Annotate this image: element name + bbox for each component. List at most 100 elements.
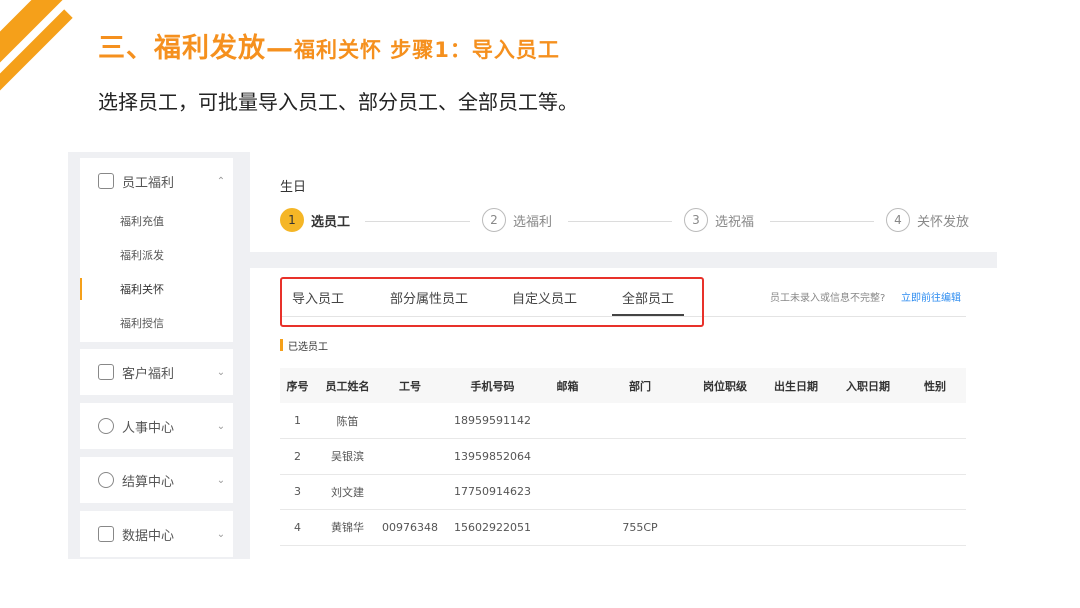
cell-position [690, 474, 760, 510]
cell-email [545, 403, 590, 439]
cell-phone: 13959852064 [440, 438, 545, 475]
chevron-down-icon: ⌄ [216, 528, 226, 540]
cell-position [690, 403, 760, 439]
sidebar-item-label: 福利授信 [120, 317, 164, 330]
customers-icon [98, 364, 114, 380]
sidebar-group-head-data-center[interactable]: 数据中心 ⌄ [80, 511, 233, 557]
slide-title: 三、福利发放—福利关怀 步骤1：导入员工 [98, 26, 560, 65]
sidebar-group-label: 员工福利 [122, 175, 175, 191]
steps-panel: 生日 1 选员工 2 选福利 3 选祝福 4 关怀发放 [250, 152, 997, 252]
cell-employee-id [380, 474, 440, 510]
table-header-row: 序号 员工姓名 工号 手机号码 邮箱 部门 岗位职级 出生日期 入职日期 性别 [280, 368, 966, 403]
table-row[interactable]: 2 吴银滨 13959852064 [280, 438, 966, 475]
cell-phone: 18959591142 [440, 403, 545, 439]
corner-decoration [0, 0, 90, 95]
cell-gender [904, 509, 966, 546]
slide-title-sub: 福利关怀 步骤1：导入员工 [294, 38, 560, 62]
sidebar-group-head-hr-center[interactable]: 人事中心 ⌄ [80, 403, 233, 449]
sidebar-group-data-center[interactable]: 数据中心 ⌄ [80, 511, 233, 557]
cell-birth-date [760, 509, 832, 546]
chevron-down-icon: ⌄ [216, 474, 226, 486]
sidebar-item-welfare-distribute[interactable]: 福利派发 [80, 238, 233, 272]
column-header: 工号 [380, 368, 440, 403]
cell-position [690, 509, 760, 546]
cell-birth-date [760, 438, 832, 475]
sidebar-item-welfare-recharge[interactable]: 福利充值 [80, 204, 233, 238]
cell-birth-date [760, 403, 832, 439]
cell-birth-date [760, 474, 832, 510]
cell-employee-id [380, 438, 440, 475]
table-row[interactable]: 3 刘文建 17750914623 [280, 474, 966, 510]
step-2[interactable]: 2 选福利 [482, 208, 552, 232]
cell-gender [904, 403, 966, 439]
cell-index: 1 [280, 403, 315, 439]
employee-table: 序号 员工姓名 工号 手机号码 邮箱 部门 岗位职级 出生日期 入职日期 性别 … [280, 368, 966, 546]
column-header: 入职日期 [832, 368, 904, 403]
cell-name: 刘文建 [315, 474, 380, 510]
cell-department [590, 474, 690, 510]
cell-department [590, 438, 690, 475]
cell-employee-id: 00976348 [380, 509, 440, 546]
sidebar-item-label: 福利派发 [120, 249, 164, 262]
selected-employees-label: 已选员工 [280, 338, 328, 353]
slide-description: 选择员工，可批量导入员工、部分员工、全部员工等。 [98, 90, 578, 114]
cell-hire-date [832, 509, 904, 546]
sidebar-group-label: 结算中心 [122, 474, 175, 490]
cell-name: 黄锦华 [315, 509, 380, 546]
cell-department: 755CP [590, 509, 690, 546]
table-row[interactable]: 1 陈笛 18959591142 [280, 403, 966, 439]
step-label: 关怀发放 [917, 214, 970, 230]
chart-icon [98, 526, 114, 542]
step-connector [770, 221, 874, 222]
step-3[interactable]: 3 选祝福 [684, 208, 754, 232]
step-number: 2 [482, 208, 506, 232]
sidebar-group-settlement-center[interactable]: 结算中心 ⌄ [80, 457, 233, 503]
cell-index: 2 [280, 438, 315, 475]
cell-department [590, 403, 690, 439]
column-header: 部门 [590, 368, 690, 403]
sidebar-group-label: 数据中心 [122, 528, 175, 544]
person-icon [98, 418, 114, 434]
cell-name: 陈笛 [315, 403, 380, 439]
sidebar-group-head-customer-welfare[interactable]: 客户福利 ⌄ [80, 349, 233, 395]
step-number: 3 [684, 208, 708, 232]
sidebar-group-hr-center[interactable]: 人事中心 ⌄ [80, 403, 233, 449]
column-header: 性别 [904, 368, 966, 403]
step-1[interactable]: 1 选员工 [280, 208, 350, 232]
sidebar-group-head-settlement-center[interactable]: 结算中心 ⌄ [80, 457, 233, 503]
page-title: 生日 [280, 180, 307, 195]
cell-phone: 17750914623 [440, 474, 545, 510]
sidebar-group-head-employee-welfare[interactable]: 员工福利 ⌃ [80, 158, 233, 204]
chevron-down-icon: ⌄ [216, 420, 226, 432]
table-row[interactable]: 4 黄锦华 00976348 15602922051 755CP [280, 509, 966, 546]
sidebar-group-employee-welfare: 员工福利 ⌃ 福利充值 福利派发 福利关怀 福利授信 [80, 158, 233, 342]
app-screenshot: 员工福利 ⌃ 福利充值 福利派发 福利关怀 福利授信 客户福利 ⌄ 人事中心 ⌄… [68, 152, 997, 559]
sidebar-group-customer-welfare[interactable]: 客户福利 ⌄ [80, 349, 233, 395]
cell-name: 吴银滨 [315, 438, 380, 475]
step-4[interactable]: 4 关怀发放 [886, 208, 969, 232]
sidebar-item-welfare-credit[interactable]: 福利授信 [80, 306, 233, 340]
edit-now-link[interactable]: 立即前往编辑 [901, 289, 961, 304]
chevron-down-icon: ⌄ [216, 366, 226, 378]
cell-hire-date [832, 438, 904, 475]
cell-position [690, 438, 760, 475]
employee-selection-panel: 导入员工 部分属性员工 自定义员工 全部员工 员工未录入或信息不完整? 立即前往… [250, 268, 997, 559]
step-label: 选祝福 [715, 214, 755, 230]
column-header: 邮箱 [545, 368, 590, 403]
column-header: 手机号码 [440, 368, 545, 403]
sidebar-group-label: 客户福利 [122, 366, 175, 382]
highlight-box [280, 277, 704, 327]
step-label: 选员工 [311, 214, 351, 230]
column-header: 出生日期 [760, 368, 832, 403]
cell-index: 3 [280, 474, 315, 510]
cell-hire-date [832, 403, 904, 439]
incomplete-info-hint: 员工未录入或信息不完整? [770, 293, 886, 304]
column-header: 岗位职级 [690, 368, 760, 403]
column-header: 员工姓名 [315, 368, 380, 403]
cell-gender [904, 474, 966, 510]
sidebar-item-welfare-care[interactable]: 福利关怀 [80, 272, 233, 306]
cell-index: 4 [280, 509, 315, 546]
step-number: 4 [886, 208, 910, 232]
cell-email [545, 438, 590, 475]
slide-title-main: 三、福利发放— [98, 33, 294, 64]
